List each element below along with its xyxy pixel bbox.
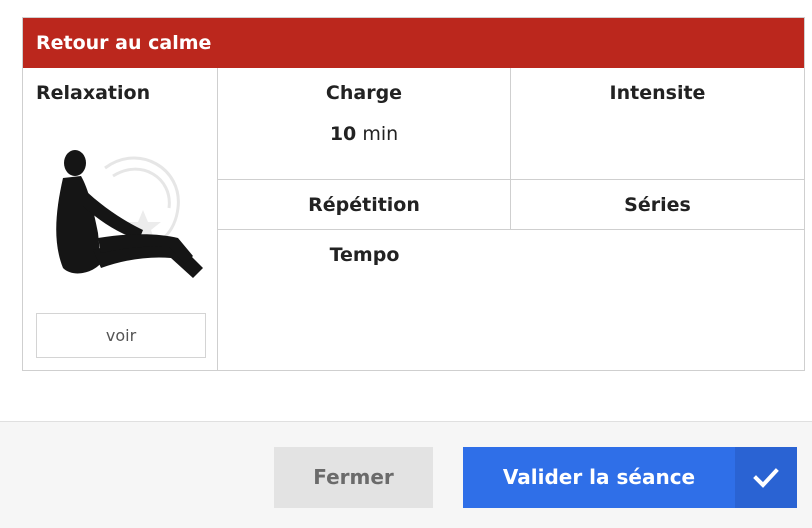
series-cell: Séries <box>511 180 804 230</box>
exercise-name: Relaxation <box>36 82 151 104</box>
exercise-column: Relaxation voir <box>23 68 218 370</box>
tempo-label: Tempo <box>329 244 400 266</box>
intensite-cell: Intensite <box>511 68 804 180</box>
parameters-grid: Charge 10 min Intensite Répétition Série… <box>218 68 804 370</box>
charge-label: Charge <box>325 82 403 104</box>
tempo-cell: Tempo <box>218 230 511 370</box>
exercise-card: Retour au calme Relaxation voir Charge 1… <box>22 17 805 371</box>
charge-unit: min <box>362 123 399 145</box>
modal-footer: Fermer Valider la séance <box>0 421 812 528</box>
charge-cell: Charge 10 min <box>218 68 511 180</box>
validate-session-button[interactable]: Valider la séance <box>463 447 797 508</box>
charge-number: 10 <box>329 123 357 145</box>
view-exercise-button[interactable]: voir <box>36 313 206 358</box>
checkmark-icon <box>735 447 797 508</box>
repetition-cell: Répétition <box>218 180 511 230</box>
validate-session-label: Valider la séance <box>502 465 696 489</box>
intensite-label: Intensite <box>609 82 706 104</box>
close-button[interactable]: Fermer <box>274 447 433 508</box>
repetition-label: Répétition <box>308 194 420 216</box>
charge-value: 10 min <box>218 123 510 145</box>
block-title: Retour au calme <box>23 18 804 68</box>
seated-stretch-figure-icon <box>43 138 203 298</box>
series-label: Séries <box>624 194 691 216</box>
